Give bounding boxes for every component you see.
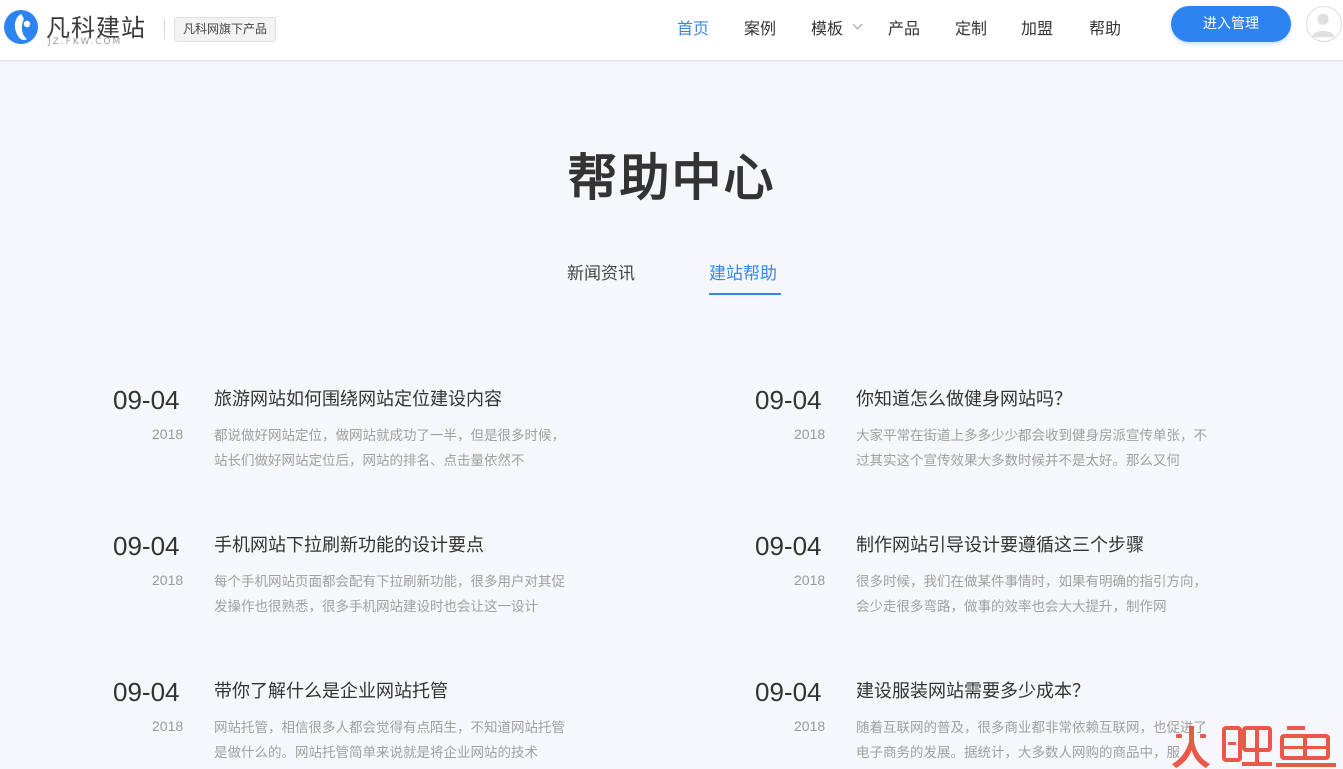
article-day: 09-04 <box>755 677 822 707</box>
logo-mark-icon <box>4 10 38 44</box>
article-summary: 都说做好网站定位，做网站就成功了一半，但是很多时候，站长们做好网站定位后，网站的… <box>214 428 565 469</box>
nav-home[interactable]: 首页 <box>677 15 709 39</box>
article-year: 2018 <box>152 718 184 734</box>
logo-divider <box>164 19 165 39</box>
article-year: 2018 <box>152 572 184 588</box>
article-item[interactable]: 09-04 2018 你知道怎么做健身网站吗？ 大家平常在街道上多多少少都会收到… <box>755 385 1275 495</box>
article-summary: 大家平常在街道上多多少少都会收到健身房派宣传单张，不过其实这个宣传效果大多数时候… <box>856 428 1207 469</box>
nav-custom[interactable]: 定制 <box>955 15 987 39</box>
article-summary: 随着互联网的普及，很多商业都非常依赖互联网，也促进了电子商务的发展。据统计，大多… <box>856 720 1207 761</box>
article-title[interactable]: 制作网站引导设计要遵循这三个步骤 <box>856 531 1144 557</box>
article-title[interactable]: 你知道怎么做健身网站吗？ <box>856 385 1072 411</box>
article-summary: 网站托管，相信很多人都会觉得有点陌生，不知道网站托管是做什么的。网站托管简单来说… <box>214 720 565 761</box>
active-tab-underline <box>709 293 781 295</box>
article-day: 09-04 <box>113 677 180 707</box>
enter-management-button[interactable]: 进入管理 <box>1171 6 1291 42</box>
nav-templates[interactable]: 模板 <box>811 15 843 39</box>
article-item[interactable]: 09-04 2018 带你了解什么是企业网站托管 网站托管，相信很多人都会觉得有… <box>113 677 633 769</box>
chevron-down-icon[interactable] <box>852 19 863 30</box>
article-year: 2018 <box>794 718 826 734</box>
article-title[interactable]: 带你了解什么是企业网站托管 <box>214 677 448 703</box>
article-day: 09-04 <box>755 531 822 561</box>
article-year: 2018 <box>794 426 826 442</box>
logo-subtext: JZ.FKW.COM <box>48 37 123 47</box>
product-tag: 凡科网旗下产品 <box>174 17 277 42</box>
page-title: 帮助中心 <box>567 149 776 207</box>
nav-help[interactable]: 帮助 <box>1089 15 1121 39</box>
article-day: 09-04 <box>113 385 180 415</box>
article-title[interactable]: 建设服装网站需要多少成本？ <box>856 677 1090 703</box>
user-icon <box>1311 13 1335 38</box>
article-day: 09-04 <box>755 385 822 415</box>
article-summary: 每个手机网站页面都会配有下拉刷新功能，很多用户对其促发操作也很熟悉，很多手机网站… <box>214 574 565 615</box>
nav-franchise[interactable]: 加盟 <box>1021 15 1053 39</box>
nav-cases[interactable]: 案例 <box>744 15 776 39</box>
tab-site-help[interactable]: 建站帮助 <box>709 259 777 284</box>
article-year: 2018 <box>794 572 826 588</box>
article-day: 09-04 <box>113 531 180 561</box>
article-item[interactable]: 09-04 2018 手机网站下拉刷新功能的设计要点 每个手机网站页面都会配有下… <box>113 531 633 641</box>
nav-products[interactable]: 产品 <box>888 15 920 39</box>
article-summary: 很多时候，我们在做某件事情时，如果有明确的指引方向，会少走很多弯路，做事的效率也… <box>856 574 1207 615</box>
top-header: 凡科建站 JZ.FKW.COM 凡科网旗下产品 首页 案例 模板 产品 定制 加… <box>0 0 1343 61</box>
watermark-logo <box>1172 726 1336 768</box>
article-year: 2018 <box>152 426 184 442</box>
article-item[interactable]: 09-04 2018 制作网站引导设计要遵循这三个步骤 很多时候，我们在做某件事… <box>755 531 1275 641</box>
avatar[interactable] <box>1306 6 1342 42</box>
article-title[interactable]: 手机网站下拉刷新功能的设计要点 <box>214 531 484 557</box>
site-logo[interactable]: 凡科建站 JZ.FKW.COM <box>2 6 152 48</box>
article-item[interactable]: 09-04 2018 旅游网站如何围绕网站定位建设内容 都说做好网站定位，做网站… <box>113 385 633 495</box>
article-title[interactable]: 旅游网站如何围绕网站定位建设内容 <box>214 385 502 411</box>
tab-news[interactable]: 新闻资讯 <box>567 259 635 284</box>
